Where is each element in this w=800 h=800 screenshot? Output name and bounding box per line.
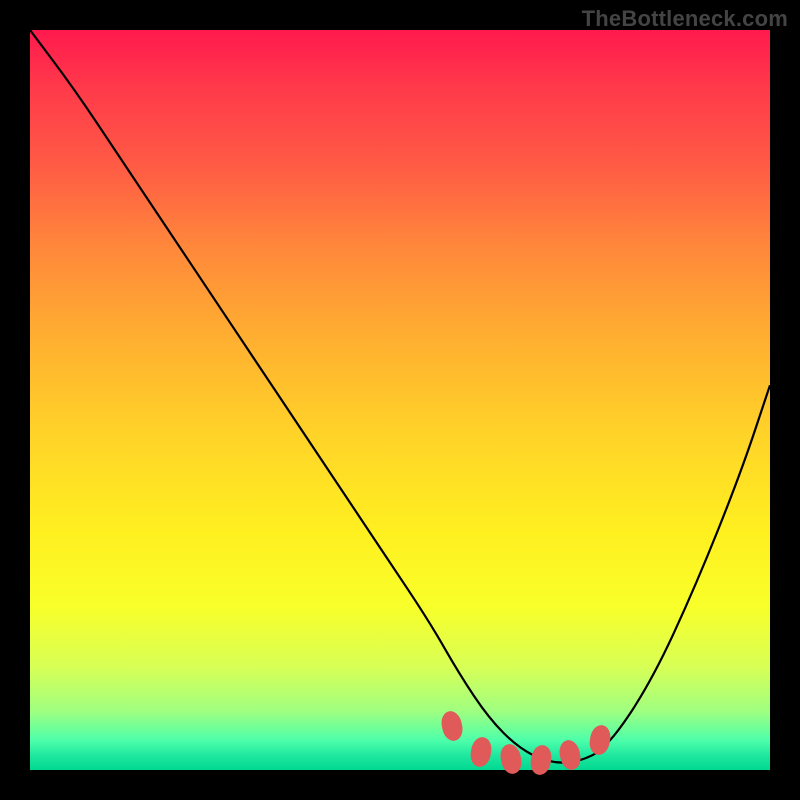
bottleneck-curve-line	[30, 30, 770, 770]
chart-plot-area	[30, 30, 770, 770]
watermark-text: TheBottleneck.com	[582, 6, 788, 32]
